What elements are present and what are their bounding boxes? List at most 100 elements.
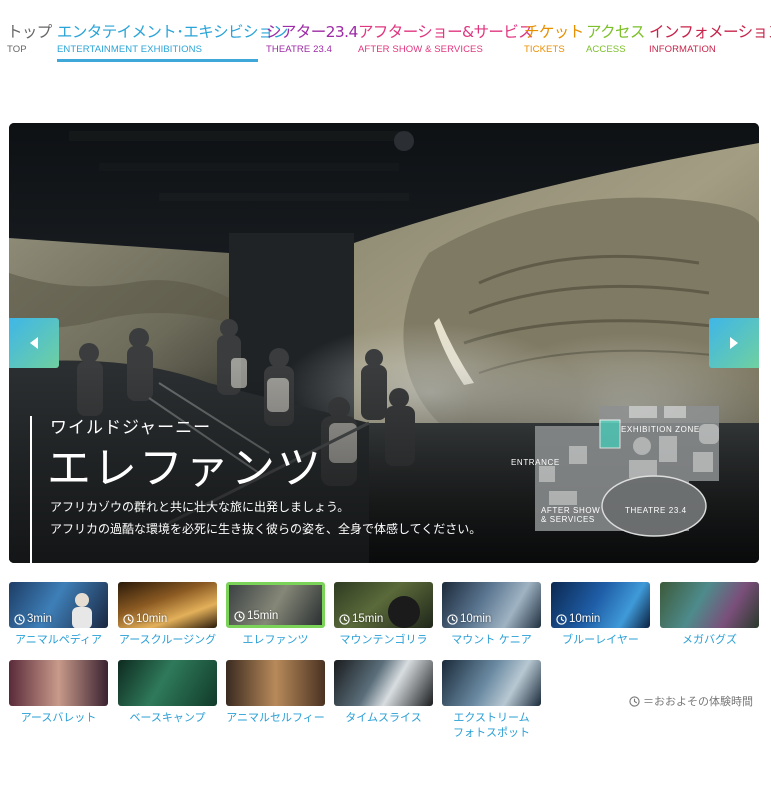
thumb-animal-selfie-label: アニマルセルフィー [226, 711, 325, 724]
exhibition-thumbnails: 3min アニマルペディア 10min アースクルージング 15min エレファ… [0, 582, 771, 782]
nav-entertainment-exhibitions[interactable]: エンタテイメント･エキシビション ENTERTAINMENT EXHIBITIO… [57, 22, 288, 62]
thumb-base-camp[interactable]: ベースキャンプ [118, 660, 217, 725]
clock-icon [14, 613, 25, 625]
nav-entertainment-jp: エンタテイメント･エキシビション [57, 23, 288, 41]
thumb-animalpedia-image: 3min [9, 582, 108, 628]
thumb-earth-cruising[interactable]: 10min アースクルージング [118, 582, 217, 647]
thumb-mountain-gorilla[interactable]: 15min マウンテンゴリラ [334, 582, 433, 647]
prev-slide-button[interactable] [9, 318, 59, 368]
clock-icon [629, 695, 640, 707]
nav-theatre-en: THEATRE 23.4 [266, 44, 332, 55]
thumb-gorilla-figure [388, 596, 420, 628]
nav-tickets-jp: チケット [524, 23, 584, 41]
thumb-mega-bugs[interactable]: メガバグズ [660, 582, 759, 647]
clock-icon [447, 613, 458, 625]
nav-access[interactable]: アクセス ACCESS [586, 22, 645, 56]
nav-entertainment-en: ENTERTAINMENT EXHIBITIONS [57, 44, 203, 55]
nav-tickets-en: TICKETS [524, 44, 565, 55]
thumb-elephants-image: 15min [226, 582, 325, 628]
thumb-base-camp-image [118, 660, 217, 706]
thumb-extreme-photo-spot-image [442, 660, 541, 706]
thumb-earth-cruising-image: 10min [118, 582, 217, 628]
thumb-earth-cruising-duration: 10min [123, 613, 167, 625]
thumb-animal-selfie-image [226, 660, 325, 706]
current-location-marker [599, 419, 621, 449]
thumb-blue-layer-duration: 10min [556, 613, 600, 625]
caption-divider [30, 416, 32, 563]
duration-text: 10min [136, 613, 168, 625]
floor-map: EXHIBITION ZONE ENTRANCE AFTER SHOW & SE… [511, 406, 719, 537]
clock-icon [556, 613, 567, 625]
duration-text: 10min [460, 613, 492, 625]
map-label-exhibition-zone: EXHIBITION ZONE [621, 425, 700, 434]
thumb-extreme-label-line-2: フォトスポット [453, 726, 530, 739]
thumb-mount-kenya[interactable]: 10min マウント ケニア [442, 582, 541, 647]
hero-description: アフリカゾウの群れと共に壮大な旅に出発しましょう。 アフリカの過酷な環境を必死に… [50, 496, 481, 540]
next-slide-button[interactable] [709, 318, 759, 368]
thumb-mount-kenya-label: マウント ケニア [451, 633, 532, 646]
thumb-mount-kenya-image: 10min [442, 582, 541, 628]
thumb-animal-selfie[interactable]: アニマルセルフィー [226, 660, 325, 725]
thumb-blue-layer-image: 10min [551, 582, 650, 628]
nav-top-jp: トップ [7, 23, 52, 41]
duration-text: 15min [247, 610, 279, 622]
thumb-extreme-label-line-1: エクストリーム [453, 711, 530, 724]
thumb-elephants-label: エレファンツ [242, 633, 309, 646]
thumb-time-slice-label: タイムスライス [345, 711, 422, 724]
map-label-entrance: ENTRANCE [511, 458, 560, 467]
thumb-elephants-duration: 15min [234, 610, 278, 622]
nav-information[interactable]: インフォメーション INFORMATION [649, 22, 771, 56]
thumb-elephants[interactable]: 15min エレファンツ [226, 582, 325, 647]
nav-theatre[interactable]: シアター23.4 THEATRE 23.4 [266, 22, 358, 56]
arrow-right-icon [730, 337, 738, 349]
thumb-mount-kenya-duration: 10min [447, 613, 491, 625]
hero-slider: ワイルドジャーニー エレファンツ アフリカゾウの群れと共に壮大な旅に出発しましょ… [9, 123, 759, 563]
thumb-extreme-photo-spot[interactable]: エクストリーム フォトスポット [442, 660, 541, 740]
clock-icon [234, 610, 245, 622]
nav-after-show[interactable]: アフターショー&サービス AFTER SHOW & SERVICES [358, 22, 534, 56]
duration-text: 10min [569, 613, 601, 625]
map-label-after-show-1: AFTER SHOW [541, 506, 600, 515]
thumb-extreme-photo-spot-label: エクストリーム フォトスポット [442, 710, 541, 740]
duration-text: 3min [27, 613, 52, 625]
duration-legend: ＝おおよその体験時間 [629, 693, 753, 709]
thumb-blue-layer[interactable]: 10min ブルーレイヤー [551, 582, 650, 647]
hero-desc-line-1: アフリカゾウの群れと共に壮大な旅に出発しましょう。 [50, 500, 350, 514]
clock-icon [339, 613, 350, 625]
thumb-time-slice-image [334, 660, 433, 706]
nav-tickets[interactable]: チケット TICKETS [524, 22, 584, 56]
thumb-base-camp-label: ベースキャンプ [129, 711, 206, 724]
thumb-earth-ballet-image [9, 660, 108, 706]
nav-access-jp: アクセス [586, 23, 645, 41]
thumb-earth-ballet-label: アースバレット [20, 711, 97, 724]
thumb-mega-bugs-label: メガバグズ [682, 633, 737, 646]
nav-access-en: ACCESS [586, 44, 626, 55]
thumb-blue-layer-label: ブルーレイヤー [562, 633, 639, 646]
duration-text: 15min [352, 613, 384, 625]
nav-information-jp: インフォメーション [649, 23, 771, 41]
nav-after-show-en: AFTER SHOW & SERVICES [358, 44, 483, 55]
nav-top-en: TOP [7, 44, 27, 55]
arrow-left-icon [30, 337, 38, 349]
nav-information-en: INFORMATION [649, 44, 716, 55]
thumb-earth-cruising-label: アースクルージング [118, 633, 217, 646]
thumb-time-slice[interactable]: タイムスライス [334, 660, 433, 725]
duration-legend-text: ＝おおよその体験時間 [643, 695, 753, 708]
thumb-mountain-gorilla-label: マウンテンゴリラ [339, 633, 428, 646]
thumb-animalpedia-label: アニマルペディア [14, 633, 102, 646]
nav-theatre-jp: シアター23.4 [266, 23, 358, 41]
thumb-animalpedia[interactable]: 3min アニマルペディア [9, 582, 108, 647]
thumb-earth-ballet[interactable]: アースバレット [9, 660, 108, 725]
thumb-mountain-gorilla-image: 15min [334, 582, 433, 628]
hero-title: エレファンツ [47, 443, 323, 494]
hero-desc-line-2: アフリカの過酷な環境を必死に生き抜く彼らの姿を、全身で体感してください。 [50, 522, 482, 536]
thumb-mega-bugs-image [660, 582, 759, 628]
thumb-animalpedia-duration: 3min [14, 613, 52, 625]
clock-icon [123, 613, 134, 625]
nav-after-show-jp: アフターショー&サービス [358, 23, 534, 41]
thumb-animalpedia-figure [72, 593, 92, 628]
map-label-after-show-2: & SERVICES [541, 515, 595, 524]
map-label-theatre: THEATRE 23.4 [625, 506, 687, 515]
nav-top[interactable]: トップ TOP [7, 22, 52, 56]
thumb-mountain-gorilla-duration: 15min [339, 613, 383, 625]
